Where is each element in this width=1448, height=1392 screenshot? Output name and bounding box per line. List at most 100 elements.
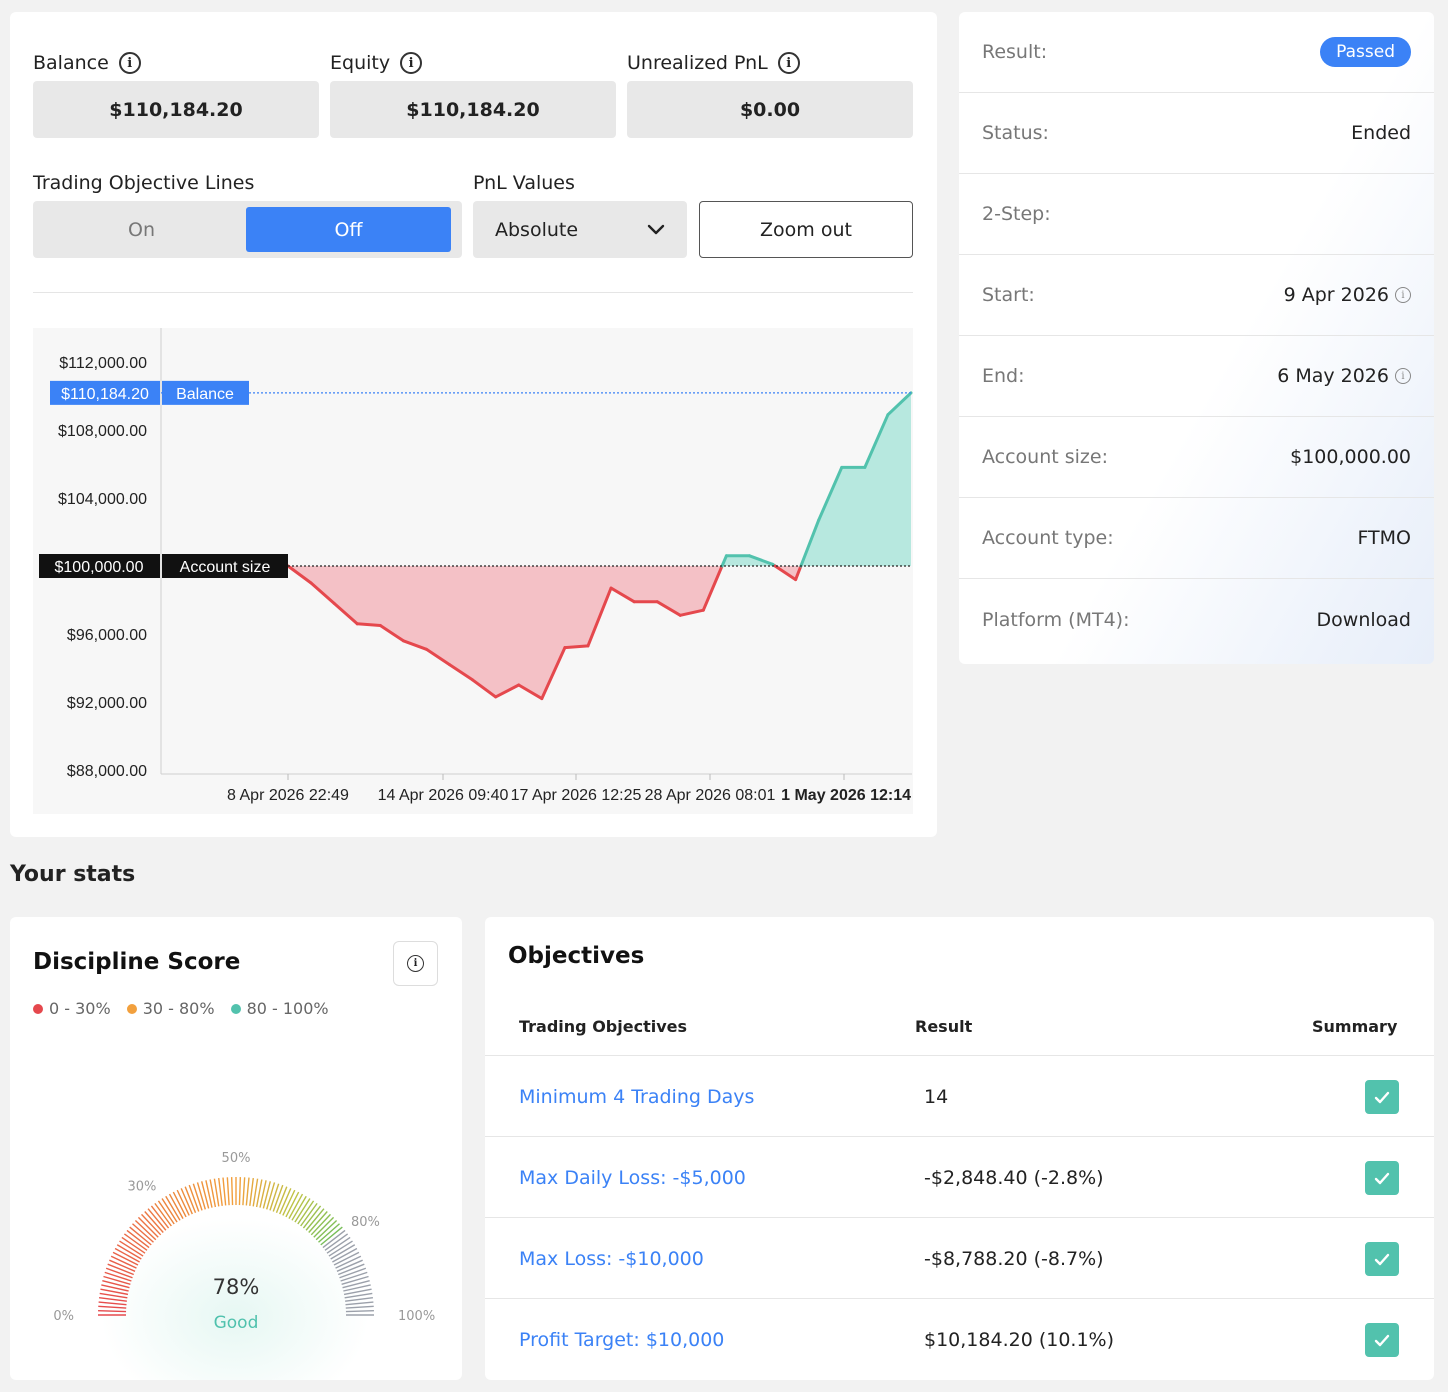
x-tick-label: 8 Apr 2026 22:49	[227, 787, 349, 804]
gauge-tick	[144, 1211, 164, 1233]
objective-row: Max Daily Loss: -$5,000 -$2,848.40 (-2.8%…	[485, 1136, 1434, 1217]
info-key: Platform (MT4):	[982, 608, 1130, 631]
info-row: 2-Step:	[959, 174, 1434, 255]
balance-line-segment	[563, 644, 590, 650]
info-icon[interactable]: i	[118, 52, 141, 74]
info-value-text: Ended	[1351, 122, 1411, 144]
objective-result: $10,184.20 (10.1%)	[924, 1328, 1115, 1351]
gauge-tick	[305, 1208, 325, 1231]
info-icon[interactable]: i	[1395, 368, 1411, 384]
gauge-tick	[266, 1182, 276, 1210]
info-row: Platform (MT4): Download	[959, 579, 1434, 660]
gauge-score: 78%	[212, 1275, 260, 1299]
profit-area	[800, 392, 911, 566]
chart-svg[interactable]: $112,000.00 $108,000.00 $104,000.00 $96,000…	[33, 328, 913, 814]
y-tick-label: $96,000.00	[67, 627, 147, 644]
account-size-name-tag-text: Account size	[180, 559, 271, 576]
divider	[33, 292, 913, 293]
legend-item-mid: 30 - 80%	[126, 999, 215, 1018]
objective-result: -$8,788.20 (-8.7%)	[924, 1247, 1104, 1270]
discipline-score-title: Discipline Score	[33, 949, 241, 975]
chevron-down-icon	[647, 224, 665, 234]
objective-lines-toggle[interactable]: On Off	[33, 201, 462, 258]
gauge-tick	[313, 1216, 335, 1238]
discipline-info-button[interactable]: i	[393, 941, 438, 986]
balance-chart[interactable]: $112,000.00 $108,000.00 $104,000.00 $96,000…	[33, 328, 913, 814]
info-icon[interactable]: i	[777, 52, 800, 74]
gauge-tick	[98, 1309, 127, 1313]
gauge-tick	[129, 1226, 152, 1246]
objective-result: -$2,848.40 (-2.8%)	[924, 1166, 1104, 1189]
x-tick-label: 17 Apr 2026 12:25	[511, 787, 642, 804]
col-header-result: Result	[915, 1017, 973, 1036]
gauge-label: 50%	[222, 1151, 251, 1166]
legend-item-low: 0 - 30%	[33, 999, 111, 1018]
info-key: Account size:	[982, 446, 1108, 468]
gauge-tick	[245, 1177, 250, 1206]
objective-row: Profit Target: $10,000 $10,184.20 (10.1%)	[485, 1298, 1434, 1379]
equity-chart-card: Balance i Equity i Unrealized PnL i $110…	[10, 12, 937, 837]
check-icon	[1365, 1080, 1399, 1114]
info-row: Result: Passed	[959, 12, 1434, 93]
discipline-score-card: Discipline Score i 0 - 30% 30 - 80% 80 -…	[10, 917, 462, 1380]
legend-dot	[126, 1004, 137, 1014]
info-key: Account type:	[982, 527, 1114, 549]
objective-row: Minimum 4 Trading Days 14	[485, 1055, 1434, 1136]
equity-label-group: Equity i	[330, 52, 423, 74]
info-icon[interactable]: i	[400, 52, 423, 74]
gauge-tick	[98, 1301, 127, 1306]
gauge-tick	[98, 1305, 127, 1309]
pnl-values-label: PnL Values	[473, 172, 575, 194]
gauge-label: 30%	[128, 1180, 157, 1195]
your-stats-heading: Your stats	[10, 862, 136, 887]
info-key: Start:	[982, 284, 1035, 306]
objective-link[interactable]: Max Loss: -$10,000	[519, 1218, 704, 1299]
balance-name-tag-text: Balance	[176, 386, 234, 403]
gauge-tick	[242, 1177, 246, 1206]
discipline-legend: 0 - 30% 30 - 80% 80 - 100%	[33, 999, 329, 1018]
info-row: End: 6 May 2026 i	[959, 336, 1434, 417]
gauge-tick	[137, 1216, 159, 1238]
balance-label-group: Balance i	[33, 52, 141, 74]
info-value: FTMO	[1357, 527, 1411, 549]
account-size-value-tag-text: $100,000.00	[55, 559, 144, 576]
info-value-text: $100,000.00	[1290, 446, 1411, 468]
info-value-text: 9 Apr 2026	[1283, 284, 1389, 306]
pnl-values-selected: Absolute	[495, 218, 579, 241]
info-value: 9 Apr 2026 i	[1284, 284, 1411, 306]
info-icon: i	[407, 955, 424, 972]
toggle-on-option[interactable]: On	[39, 207, 244, 252]
gauge-tick	[238, 1177, 242, 1206]
legend-label: 80 - 100%	[246, 999, 329, 1018]
balance-line-segment	[355, 622, 382, 627]
equity-label: Equity	[330, 52, 391, 74]
objective-link[interactable]: Max Daily Loss: -$5,000	[519, 1137, 746, 1218]
gauge-tick	[315, 1220, 338, 1241]
zoom-out-button[interactable]: Zoom out	[699, 201, 913, 258]
gauge-tick	[320, 1226, 343, 1246]
info-icon[interactable]: i	[1395, 287, 1411, 303]
toggle-off-option[interactable]: Off	[246, 207, 451, 252]
check-icon	[1365, 1161, 1399, 1195]
legend-label: 30 - 80%	[142, 999, 215, 1018]
check-icon	[1365, 1323, 1399, 1357]
x-tick-label: 14 Apr 2026 09:40	[378, 787, 509, 804]
legend-dot	[230, 1004, 241, 1014]
info-row: Account type: FTMO	[959, 498, 1434, 579]
info-value: Ended	[1351, 122, 1411, 144]
objective-link[interactable]: Minimum 4 Trading Days	[519, 1056, 754, 1137]
gauge-tick	[141, 1213, 162, 1236]
gauge-tick	[132, 1223, 154, 1243]
gauge-tick	[345, 1309, 374, 1313]
gauge-tick	[222, 1177, 227, 1206]
gauge-tick	[249, 1178, 254, 1206]
gauge-label: 80%	[351, 1215, 380, 1230]
objective-link[interactable]: Profit Target: $10,000	[519, 1299, 724, 1380]
pnl-values-select[interactable]: Absolute	[473, 201, 687, 258]
info-value-text: Download	[1316, 608, 1411, 631]
col-header-summary: Summary	[1312, 1017, 1398, 1036]
y-tick-label: $104,000.00	[58, 491, 147, 508]
info-value[interactable]: Download	[1317, 609, 1411, 631]
objective-result: 14	[924, 1085, 949, 1108]
gauge-tick	[318, 1223, 340, 1243]
